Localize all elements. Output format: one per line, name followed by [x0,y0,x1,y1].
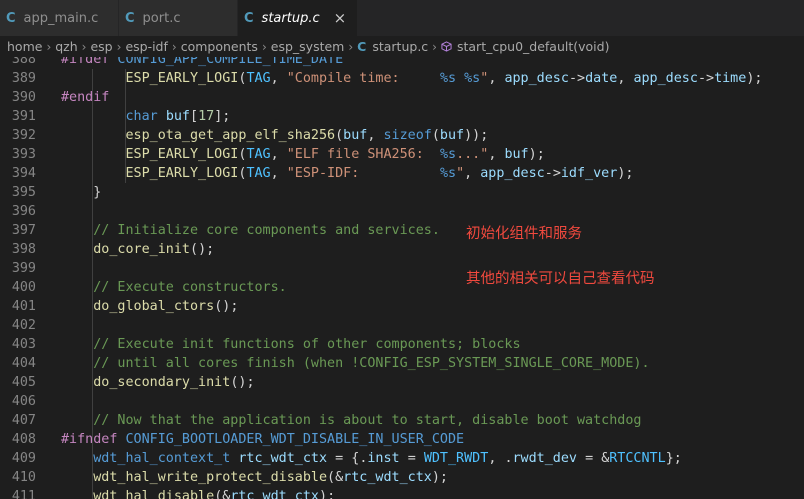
code-text: #ifndef CONFIG_BOOTLOADER_WDT_DISABLE_IN… [61,432,465,447]
code-text: } [93,185,102,200]
chevron-right-icon: › [46,39,52,54]
breadcrumb-folder[interactable]: components [181,39,258,54]
code-text: // Initialize core components and servic… [93,223,440,238]
breadcrumb-folder[interactable]: esp [90,39,112,54]
tab-label: port.c [142,10,181,26]
line-number: 409 [11,451,36,466]
code-text: do_core_init(); [93,242,215,257]
line-number: 408 [11,432,36,447]
chevron-right-icon: › [348,39,354,54]
line-number: 391 [11,109,36,124]
code-text: #endif [61,90,110,105]
line-number: 388 [11,57,36,67]
line-number: 393 [11,147,36,162]
code-text: ESP_EARLY_LOGI(TAG, "ESP-IDF: %s", app_d… [125,166,634,181]
method-cube-icon [441,41,452,52]
c-file-icon: C [125,10,135,26]
line-number: 389 [11,71,36,86]
code-line[interactable]: 405 do_secondary_init(); [0,373,804,392]
line-number: 406 [11,394,36,409]
code-line[interactable]: 401 do_global_ctors(); [0,297,804,316]
code-text: wdt_hal_disable(&rtc_wdt_ctx); [93,489,336,499]
code-text: esp_ota_get_app_elf_sha256(buf, sizeof(b… [125,128,489,143]
code-text: wdt_hal_write_protect_disable(&rtc_wdt_c… [93,470,448,485]
code-line[interactable]: 388 #ifdef CONFIG_APP_COMPILE_TIME_DATE [0,57,804,69]
line-number: 411 [11,489,36,499]
c-file-icon: C [357,39,367,54]
c-file-icon: C [244,10,254,26]
code-line[interactable]: 410 wdt_hal_write_protect_disable(&rtc_w… [0,468,804,487]
code-line[interactable]: 402 [0,316,804,335]
line-number: 405 [11,375,36,390]
code-line[interactable]: 398 do_core_init(); [0,240,804,259]
code-line[interactable]: 408 #ifndef CONFIG_BOOTLOADER_WDT_DISABLE… [0,430,804,449]
tab-port-c[interactable]: Cport.c [119,0,238,36]
line-number: 398 [11,242,36,257]
tab-label: startup.c [261,10,320,26]
line-number: 399 [11,261,36,276]
tab-app-main-c[interactable]: Capp_main.c [0,0,119,36]
line-number: 400 [11,280,36,295]
code-text: // until all cores finish (when !CONFIG_… [93,356,650,371]
breadcrumb-folder[interactable]: qzh [55,39,77,54]
code-line[interactable]: 409 wdt_hal_context_t rtc_wdt_ctx = {.in… [0,449,804,468]
breadcrumb-symbol[interactable]: start_cpu0_default(void) [457,39,609,54]
code-line[interactable]: 403 // Execute init functions of other c… [0,335,804,354]
close-icon[interactable]: × [334,9,347,27]
code-text: char buf[17]; [125,109,231,124]
line-number: 403 [11,337,36,352]
line-number: 392 [11,128,36,143]
code-text: ESP_EARLY_LOGI(TAG, "ELF file SHA256: %s… [125,147,545,162]
code-text: wdt_hal_context_t rtc_wdt_ctx = {.inst =… [93,451,682,466]
code-line[interactable]: 407 // Now that the application is about… [0,411,804,430]
code-line[interactable]: 396 [0,202,804,221]
chevron-right-icon: › [81,39,87,54]
code-text: do_secondary_init(); [93,375,255,390]
tab-startup-c[interactable]: Cstartup.c × [238,0,358,36]
code-line[interactable]: 391 char buf[17]; [0,107,804,126]
tab-bar: Capp_main.c Cport.c Cstartup.c × [0,0,804,36]
chevron-right-icon: › [171,39,177,54]
code-line[interactable]: 393 ESP_EARLY_LOGI(TAG, "ELF file SHA256… [0,145,804,164]
breadcrumb-folder[interactable]: esp_system [271,39,345,54]
line-number: 395 [11,185,36,200]
code-line[interactable]: 411 wdt_hal_disable(&rtc_wdt_ctx); [0,487,804,499]
line-number: 390 [11,90,36,105]
chevron-right-icon: › [261,39,267,54]
breadcrumb-folder[interactable]: esp-idf [125,39,167,54]
code-line[interactable]: 400 // Execute constructors. [0,278,804,297]
line-number: 401 [11,299,36,314]
breadcrumb: home › qzh › esp › esp-idf › components › esp_syst… [0,36,804,57]
code-text: // Execute init functions of other compo… [93,337,521,352]
code-line[interactable]: 395 } [0,183,804,202]
code-line[interactable]: 394 ESP_EARLY_LOGI(TAG, "ESP-IDF: %s", a… [0,164,804,183]
chevron-right-icon: › [432,39,437,54]
line-number: 397 [11,223,36,238]
breadcrumb-file[interactable]: startup.c [372,39,428,54]
line-number: 396 [11,204,36,219]
line-number: 404 [11,356,36,371]
code-line[interactable]: 397 // Initialize core components and se… [0,221,804,240]
code-text: do_global_ctors(); [93,299,239,314]
code-line[interactable]: 392 esp_ota_get_app_elf_sha256(buf, size… [0,126,804,145]
code-editor[interactable]: 初始化组件和服务 其他的相关可以自己查看代码 388 #ifdef CONFIG_… [0,57,804,499]
code-line[interactable]: 406 [0,392,804,411]
line-number: 402 [11,318,36,333]
code-line[interactable]: 404 // until all cores finish (when !CON… [0,354,804,373]
code-line[interactable]: 390 #endif [0,88,804,107]
line-number: 394 [11,166,36,181]
code-line[interactable]: 399 [0,259,804,278]
code-text: #ifdef CONFIG_APP_COMPILE_TIME_DATE [61,57,344,67]
code-text: ESP_EARLY_LOGI(TAG, "Compile time: %s %s… [125,71,763,86]
line-number: 407 [11,413,36,428]
tab-label: app_main.c [23,10,99,26]
line-number: 410 [11,470,36,485]
chevron-right-icon: › [116,39,122,54]
breadcrumb-folder[interactable]: home [7,39,42,54]
code-line[interactable]: 389 ESP_EARLY_LOGI(TAG, "Compile time: %… [0,69,804,88]
c-file-icon: C [6,10,16,26]
code-text: // Execute constructors. [93,280,287,295]
code-text: // Now that the application is about to … [93,413,642,428]
